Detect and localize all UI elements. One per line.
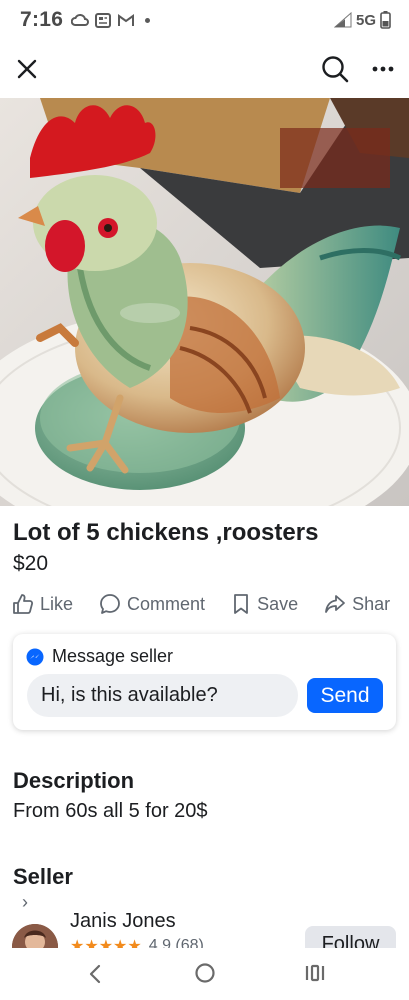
notification-icons [71, 12, 151, 28]
comment-label: Comment [127, 593, 206, 614]
home-icon[interactable] [194, 962, 216, 984]
actions-row: Like Comment Save Shar [12, 588, 409, 620]
top-nav [0, 44, 409, 94]
status-bar: 7:16 5G [0, 0, 409, 40]
share-button[interactable]: Shar [324, 593, 390, 615]
search-button[interactable] [318, 52, 352, 86]
message-seller-card: Message seller Hi, is this available? Se… [13, 634, 396, 730]
more-icon [372, 66, 394, 72]
listing-price: $20 [13, 552, 49, 575]
description-text: From 60s all 5 for 20$ [13, 800, 208, 822]
bookmark-icon [234, 594, 248, 614]
status-time: 7:16 [20, 8, 64, 31]
dot-icon [145, 17, 151, 23]
product-image[interactable] [0, 98, 409, 506]
close-button[interactable] [12, 54, 42, 84]
seller-heading: Seller [13, 864, 73, 889]
rooster-figurine-photo [0, 98, 409, 506]
comment-button[interactable]: Comment [99, 593, 205, 615]
thumbs-up-icon [13, 594, 34, 614]
share-icon [325, 595, 345, 613]
message-input[interactable]: Hi, is this available? [27, 674, 298, 717]
rating-value: 4.9 (68) [148, 937, 204, 948]
battery-icon [380, 11, 391, 29]
more-button[interactable] [366, 54, 400, 84]
message-seller-header: Message seller [26, 646, 173, 667]
recents-icon[interactable] [304, 963, 326, 983]
cloud-icon [71, 13, 90, 26]
like-label: Like [40, 593, 74, 614]
signal-icon [333, 12, 352, 28]
message-seller-label: Message seller [52, 646, 174, 666]
system-icons: 5G [333, 11, 391, 29]
like-button[interactable]: Like [12, 593, 73, 615]
search-icon [322, 56, 349, 83]
network-label: 5G [355, 11, 376, 29]
listing-title: Lot of 5 chickens ,roosters [13, 519, 319, 546]
gmail-icon [118, 14, 135, 26]
rating-stars: ★★★★★ [70, 938, 142, 948]
messenger-icon [26, 648, 44, 665]
seller-row[interactable]: Janis Jones ★★★★★ 4.9 (68) Follow [0, 904, 409, 948]
share-label: Shar [352, 593, 391, 614]
description-heading: Description [13, 768, 135, 793]
comment-icon [100, 594, 120, 614]
back-icon[interactable] [85, 962, 105, 986]
save-button[interactable]: Save [231, 593, 298, 615]
system-nav-bar [0, 948, 409, 1000]
avatar[interactable] [12, 924, 58, 948]
send-button[interactable]: Send [307, 678, 383, 713]
save-label: Save [257, 593, 299, 614]
news-icon [95, 12, 112, 28]
avatar-photo [12, 924, 58, 948]
follow-button[interactable]: Follow [305, 926, 396, 948]
close-icon [17, 59, 37, 79]
seller-name[interactable]: Janis Jones [70, 910, 176, 933]
seller-rating: ★★★★★ 4.9 (68) [70, 936, 204, 948]
